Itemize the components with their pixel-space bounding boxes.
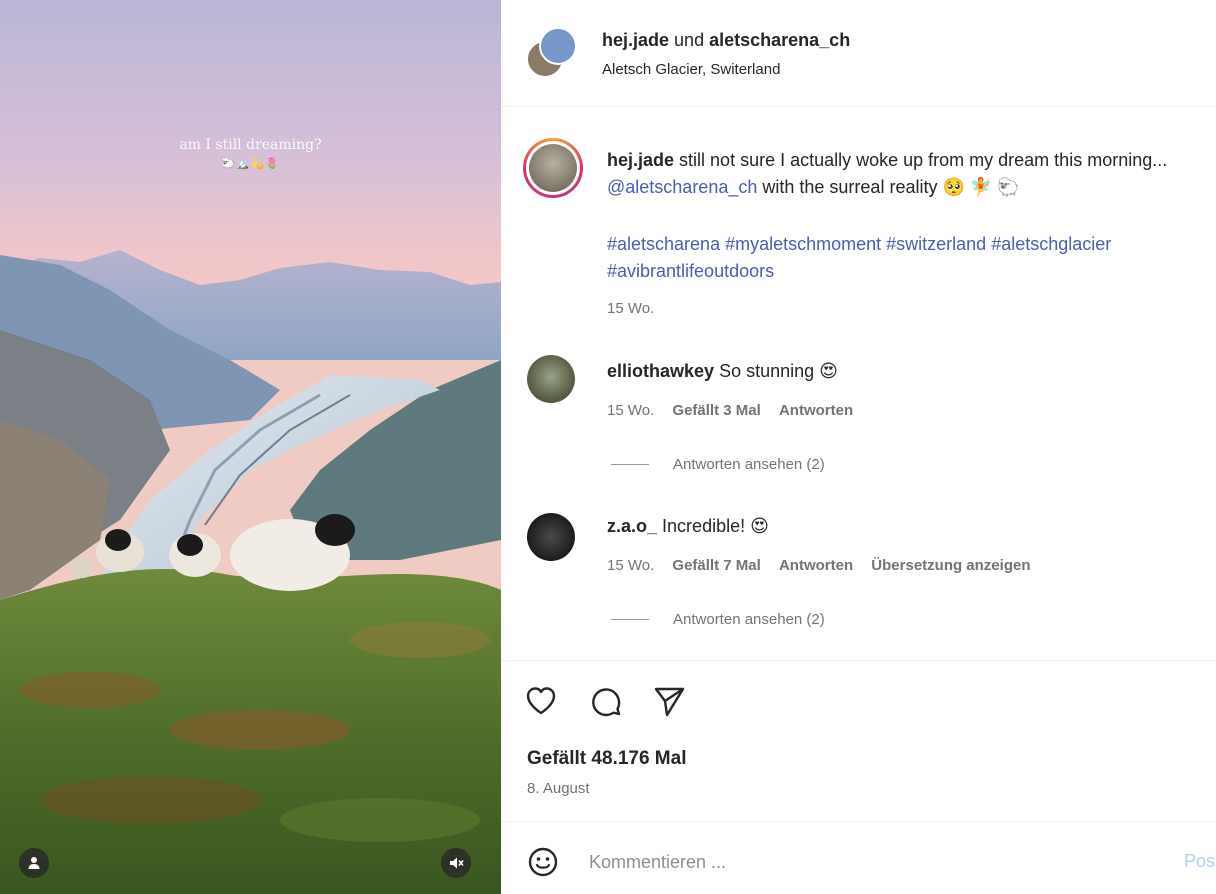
author-connector: und — [674, 30, 705, 50]
comment-body: Incredible! 😍 — [662, 516, 769, 536]
caption-mention[interactable]: @aletscharena_ch — [607, 177, 757, 197]
glacier-photo — [0, 0, 501, 894]
comment-time[interactable]: 15 Wo. — [607, 557, 654, 574]
post-comment-button[interactable]: Pos — [1184, 851, 1215, 872]
post-media[interactable]: am I still dreaming? 🐑🏔️💫🌷 — [0, 0, 501, 894]
comment-likes-link[interactable]: Gefällt 3 Mal — [672, 402, 760, 419]
comment-bubble-icon[interactable] — [589, 684, 623, 718]
comment-likes-link[interactable]: Gefällt 7 Mal — [672, 557, 760, 574]
user-icon — [28, 857, 40, 869]
mute-button[interactable] — [441, 848, 471, 878]
caption-text: hej.jade still not sure I actually woke … — [607, 147, 1207, 201]
comment-avatar[interactable] — [527, 355, 575, 403]
comment-input[interactable] — [589, 846, 1149, 878]
caption-username[interactable]: hej.jade — [607, 150, 674, 170]
comment-avatar[interactable] — [527, 513, 575, 561]
caption-body-end: with the surreal reality 🥺 🧚 🐑 — [762, 177, 1020, 197]
author-link-1[interactable]: hej.jade — [602, 30, 669, 50]
comment-meta: 15 Wo. Gefällt 3 Mal Antworten — [607, 402, 867, 419]
view-replies-label: Antworten ansehen (2) — [673, 456, 825, 473]
heart-icon[interactable] — [524, 684, 558, 718]
divider — [501, 660, 1216, 661]
divider — [501, 821, 1216, 822]
caption-body: still not sure I actually woke up from m… — [679, 150, 1168, 170]
comment-text: z.a.o_ Incredible! 😍 — [607, 516, 769, 537]
view-replies-label: Antworten ansehen (2) — [673, 611, 825, 628]
likes-count[interactable]: Gefällt 48.176 Mal — [527, 748, 686, 770]
post-date[interactable]: 8. August — [527, 780, 590, 797]
post-header: hej.jade und aletscharena_ch Aletsch Gla… — [501, 0, 1216, 107]
speaker-muted-icon — [450, 857, 464, 869]
comment-time[interactable]: 15 Wo. — [607, 402, 654, 419]
caption-hashtags[interactable]: #aletscharena #myaletschmoment #switzerl… — [607, 231, 1216, 285]
author-link-2[interactable]: aletscharena_ch — [709, 30, 850, 50]
caption-avatar[interactable] — [523, 138, 583, 198]
comment-body: So stunning 😍 — [719, 361, 838, 381]
paper-plane-icon[interactable] — [652, 684, 686, 718]
post-authors: hej.jade und aletscharena_ch — [602, 30, 850, 51]
comment-meta: 15 Wo. Gefällt 7 Mal Antworten Übersetzu… — [607, 557, 1045, 574]
replies-divider — [611, 619, 649, 620]
replies-divider — [611, 464, 649, 465]
post-details-panel: hej.jade und aletscharena_ch Aletsch Gla… — [501, 0, 1216, 894]
caption-time[interactable]: 15 Wo. — [607, 300, 654, 317]
comment-username[interactable]: z.a.o_ — [607, 516, 657, 536]
location-link[interactable]: Aletsch Glacier, Switerland — [602, 61, 780, 78]
tagged-users-button[interactable] — [19, 848, 49, 878]
story-overlay-emoji: 🐑🏔️💫🌷 — [221, 158, 280, 170]
comment-reply-button[interactable]: Antworten — [779, 402, 853, 419]
view-replies-button[interactable]: Antworten ansehen (2) — [611, 611, 825, 628]
comment-username[interactable]: elliothawkey — [607, 361, 714, 381]
comment-text: elliothawkey So stunning 😍 — [607, 361, 838, 382]
view-replies-button[interactable]: Antworten ansehen (2) — [611, 456, 825, 473]
avatar-aletscharena[interactable] — [539, 27, 577, 65]
comment-reply-button[interactable]: Antworten — [779, 557, 853, 574]
translate-button[interactable]: Übersetzung anzeigen — [871, 557, 1030, 574]
emoji-icon[interactable] — [526, 845, 560, 879]
story-overlay-text: am I still dreaming? — [179, 137, 322, 153]
